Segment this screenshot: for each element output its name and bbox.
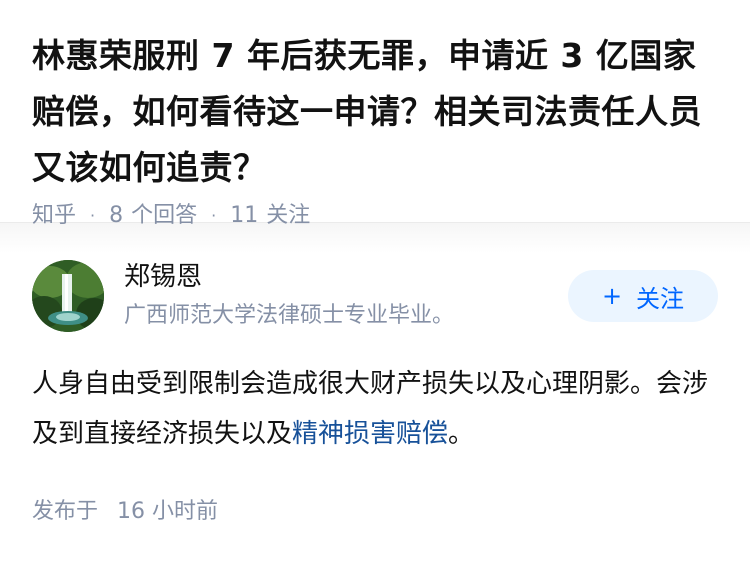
author-name[interactable]: 郑锡恩 <box>124 259 568 295</box>
question-header: 林惠荣服刑 7 年后获无罪，申请近 3 亿国家赔偿，如何看待这一申请？相关司法责… <box>0 0 750 228</box>
answer-link[interactable]: 精神损害赔偿 <box>292 419 448 449</box>
follower-count-label: 关注 <box>266 203 311 228</box>
answer-count: 8 <box>109 203 124 228</box>
published-label: 发布于 <box>32 499 99 524</box>
author-info: 郑锡恩 广西师范大学法律硕士专业毕业。 <box>124 259 568 333</box>
source-label: 知乎 <box>32 203 77 228</box>
published-time: 16 小时前 <box>117 499 219 524</box>
author-row: 郑锡恩 广西师范大学法律硕士专业毕业。 + 关注 <box>32 257 718 335</box>
answer-card: 郑锡恩 广西师范大学法律硕士专业毕业。 + 关注 人身自由受到限制会造成很大财产… <box>0 253 750 529</box>
follower-count: 11 <box>230 203 259 228</box>
author-bio: 广西师范大学法律硕士专业毕业。 <box>124 303 455 328</box>
answer-text-end: 。 <box>448 419 475 449</box>
answer-content: 人身自由受到限制会造成很大财产损失以及心理阴影。会涉及到直接经济损失以及精神损害… <box>32 359 712 459</box>
answer-count-label: 个回答 <box>131 203 198 228</box>
plus-icon: + <box>601 282 623 310</box>
answer-publish-info: 发布于 16 小时前 <box>32 495 718 529</box>
separator-dot: · <box>211 206 217 225</box>
follow-button-label: 关注 <box>636 284 685 313</box>
follow-button[interactable]: + 关注 <box>568 270 718 322</box>
waterfall-avatar-image <box>32 260 104 332</box>
avatar[interactable] <box>32 260 104 332</box>
separator-dot: · <box>90 206 96 225</box>
question-title[interactable]: 林惠荣服刑 7 年后获无罪，申请近 3 亿国家赔偿，如何看待这一申请？相关司法责… <box>32 28 722 196</box>
